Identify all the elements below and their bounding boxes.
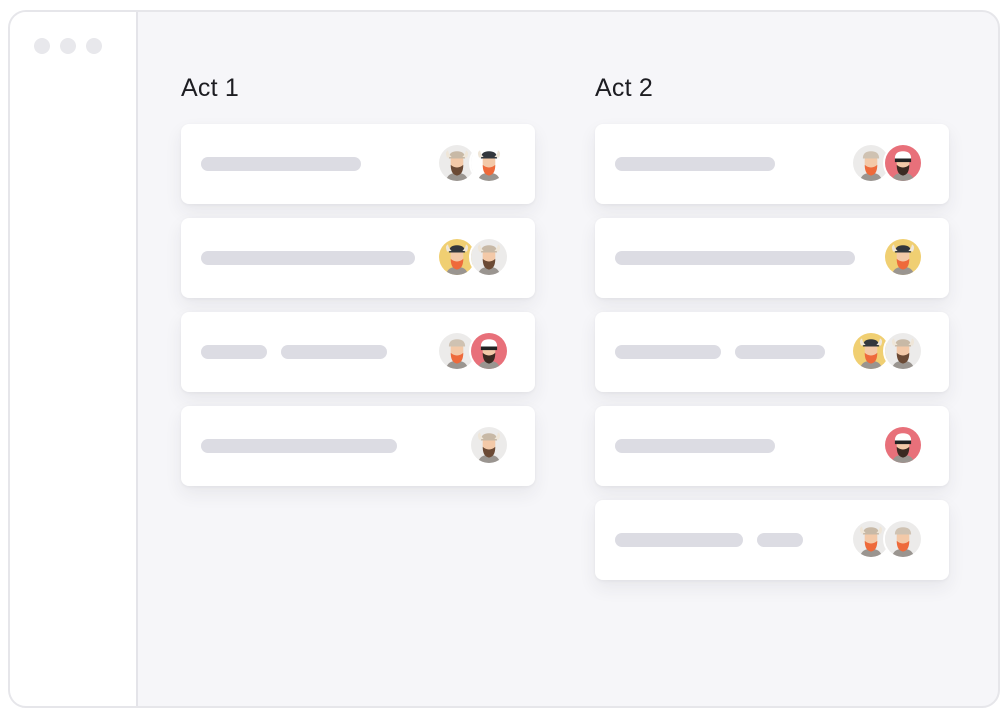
placeholder-bar <box>201 157 361 171</box>
assignee-avatars <box>437 237 509 277</box>
assignee-avatars <box>851 143 923 183</box>
window-controls <box>34 38 102 54</box>
window-dot-icon[interactable] <box>34 38 50 54</box>
column-title: Act 2 <box>595 74 653 102</box>
task-card[interactable] <box>595 500 949 580</box>
task-card[interactable] <box>181 124 535 204</box>
board-column: Act 2 <box>595 70 949 594</box>
task-card[interactable] <box>595 406 949 486</box>
assignee-avatars <box>437 331 509 371</box>
task-card[interactable] <box>595 218 949 298</box>
placeholder-bar <box>201 345 267 359</box>
avatar-icon[interactable] <box>469 143 509 183</box>
card-placeholder-text <box>201 439 397 453</box>
placeholder-bar <box>201 439 397 453</box>
avatar-icon[interactable] <box>883 331 923 371</box>
task-card[interactable] <box>181 218 535 298</box>
placeholder-bar <box>281 345 387 359</box>
assignee-avatars <box>437 143 509 183</box>
assignee-avatars <box>851 519 923 559</box>
assignee-avatars <box>851 331 923 371</box>
column-title: Act 1 <box>181 74 239 102</box>
card-placeholder-text <box>615 251 855 265</box>
avatar-icon[interactable] <box>469 331 509 371</box>
card-placeholder-text <box>615 533 803 547</box>
avatar-icon[interactable] <box>883 143 923 183</box>
assignee-avatars <box>883 425 923 465</box>
avatar-icon[interactable] <box>469 425 509 465</box>
avatar-icon[interactable] <box>883 519 923 559</box>
card-list <box>181 124 535 486</box>
placeholder-bar <box>735 345 825 359</box>
task-card[interactable] <box>181 312 535 392</box>
window-dot-icon[interactable] <box>86 38 102 54</box>
placeholder-bar <box>615 439 775 453</box>
card-list <box>595 124 949 580</box>
placeholder-bar <box>615 533 743 547</box>
sidebar <box>10 12 138 706</box>
avatar-icon[interactable] <box>469 237 509 277</box>
card-placeholder-text <box>615 157 775 171</box>
placeholder-bar <box>615 251 855 265</box>
placeholder-bar <box>757 533 803 547</box>
avatar-icon[interactable] <box>883 237 923 277</box>
board-column: Act 1 <box>181 70 535 500</box>
card-placeholder-text <box>201 157 361 171</box>
task-card[interactable] <box>595 312 949 392</box>
task-card[interactable] <box>181 406 535 486</box>
task-card[interactable] <box>595 124 949 204</box>
card-placeholder-text <box>201 251 415 265</box>
card-placeholder-text <box>615 345 825 359</box>
avatar-icon[interactable] <box>883 425 923 465</box>
card-placeholder-text <box>615 439 775 453</box>
placeholder-bar <box>201 251 415 265</box>
placeholder-bar <box>615 345 721 359</box>
app-window: Act 1 Act 2 <box>8 10 1000 708</box>
placeholder-bar <box>615 157 775 171</box>
window-dot-icon[interactable] <box>60 38 76 54</box>
card-placeholder-text <box>201 345 387 359</box>
assignee-avatars <box>883 237 923 277</box>
assignee-avatars <box>469 425 509 465</box>
